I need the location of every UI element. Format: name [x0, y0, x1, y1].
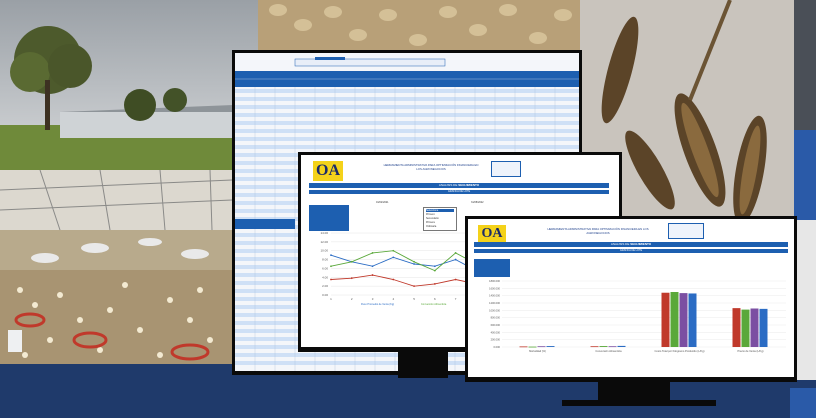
y-tick-label: 8.00 — [322, 258, 328, 262]
x-tick-label: 3 — [372, 297, 374, 301]
data-point — [350, 260, 353, 263]
data-point — [371, 252, 374, 254]
y-tick-label: 1400.000 — [489, 294, 500, 298]
y-tick-label: 200.000 — [491, 338, 501, 342]
y-tick-label: 10.00 — [320, 249, 328, 253]
bar — [661, 292, 670, 347]
bar — [519, 346, 528, 348]
data-point — [413, 263, 415, 265]
bar — [590, 346, 599, 348]
data-point — [330, 265, 332, 268]
x-tick-label: 2 — [351, 297, 353, 301]
front-monitor-base — [562, 400, 716, 406]
legend-item-1: Peso Promedio de Venta (Kg) — [361, 303, 395, 306]
y-tick-label: 1000.000 — [489, 308, 500, 312]
soybean-photo — [258, 0, 580, 52]
bar — [750, 308, 759, 347]
bar — [599, 346, 608, 347]
x-tick-label: Mortalidad (%) — [529, 349, 546, 353]
data-point — [433, 265, 436, 268]
x-tick-label: Precio de Venta (L/Kg) — [737, 349, 763, 353]
data-point — [392, 278, 395, 281]
right-stripe-grey — [794, 0, 816, 130]
data-point — [433, 283, 436, 285]
data-point — [433, 269, 436, 272]
y-tick-label: 0.00 — [322, 293, 328, 297]
data-point — [413, 285, 415, 288]
front-monitor: OA HERRAMIENTA ADMINISTRATIVA PARA OPTIM… — [465, 216, 797, 382]
bar — [537, 346, 546, 348]
y-tick-label: 14.00 — [320, 231, 328, 235]
y-tick-label: 2.00 — [322, 284, 328, 288]
bar — [528, 346, 537, 348]
y-tick-label: 1200.000 — [489, 301, 500, 305]
data-point — [392, 256, 395, 259]
middle-monitor-stand — [398, 350, 448, 378]
y-tick-label: 6.00 — [322, 266, 328, 270]
y-tick-label: 0.000 — [494, 345, 501, 349]
data-point — [350, 277, 353, 280]
legend-item-2: Conversión Alimenticia — [421, 303, 447, 306]
right-stripe-light — [794, 220, 816, 380]
bar — [759, 308, 768, 347]
x-tick-label: 7 — [455, 297, 457, 301]
data-point — [454, 252, 457, 254]
y-tick-label: 600.000 — [491, 323, 501, 327]
bar — [670, 292, 679, 347]
data-point — [330, 254, 332, 257]
bar — [617, 345, 626, 347]
data-point — [413, 260, 415, 263]
right-stripe-blue — [794, 130, 816, 220]
bar — [732, 308, 741, 347]
data-point — [454, 258, 457, 261]
x-tick-label: Costo Total por Kilogramo Producido (L/K… — [655, 349, 705, 353]
y-tick-label: 1600.000 — [489, 286, 500, 290]
x-tick-label: 5 — [413, 297, 415, 301]
chicken-house-photo — [0, 170, 232, 364]
x-tick-label: 1 — [330, 297, 332, 301]
x-tick-label: 4 — [392, 297, 394, 301]
bar — [679, 293, 688, 347]
y-tick-label: 1800.000 — [489, 279, 500, 283]
data-point — [371, 265, 374, 268]
bar — [546, 346, 555, 347]
data-point — [330, 278, 332, 281]
bar-chart-screen: OA HERRAMIENTA ADMINISTRATIVA PARA OPTIM… — [468, 219, 794, 377]
bar — [741, 309, 750, 347]
y-tick-label: 4.00 — [322, 275, 328, 279]
front-monitor-stand — [598, 382, 670, 402]
data-point — [392, 249, 395, 252]
data-point — [454, 278, 457, 281]
x-tick-label: 6 — [434, 297, 436, 301]
bar — [608, 346, 617, 348]
right-stripe-blue-bottom — [790, 388, 816, 418]
bar — [688, 293, 697, 347]
farm-photo-tree — [0, 0, 258, 170]
x-tick-label: Conversión Alimenticia — [595, 349, 622, 353]
data-point — [371, 274, 374, 276]
y-tick-label: 400.000 — [491, 330, 501, 334]
bar-chart: 1800.000 1600.000 1400.000 1200.000 1000.000… — [489, 279, 786, 353]
y-tick-label: 12.00 — [320, 240, 328, 244]
y-tick-label: 800.000 — [491, 316, 501, 320]
